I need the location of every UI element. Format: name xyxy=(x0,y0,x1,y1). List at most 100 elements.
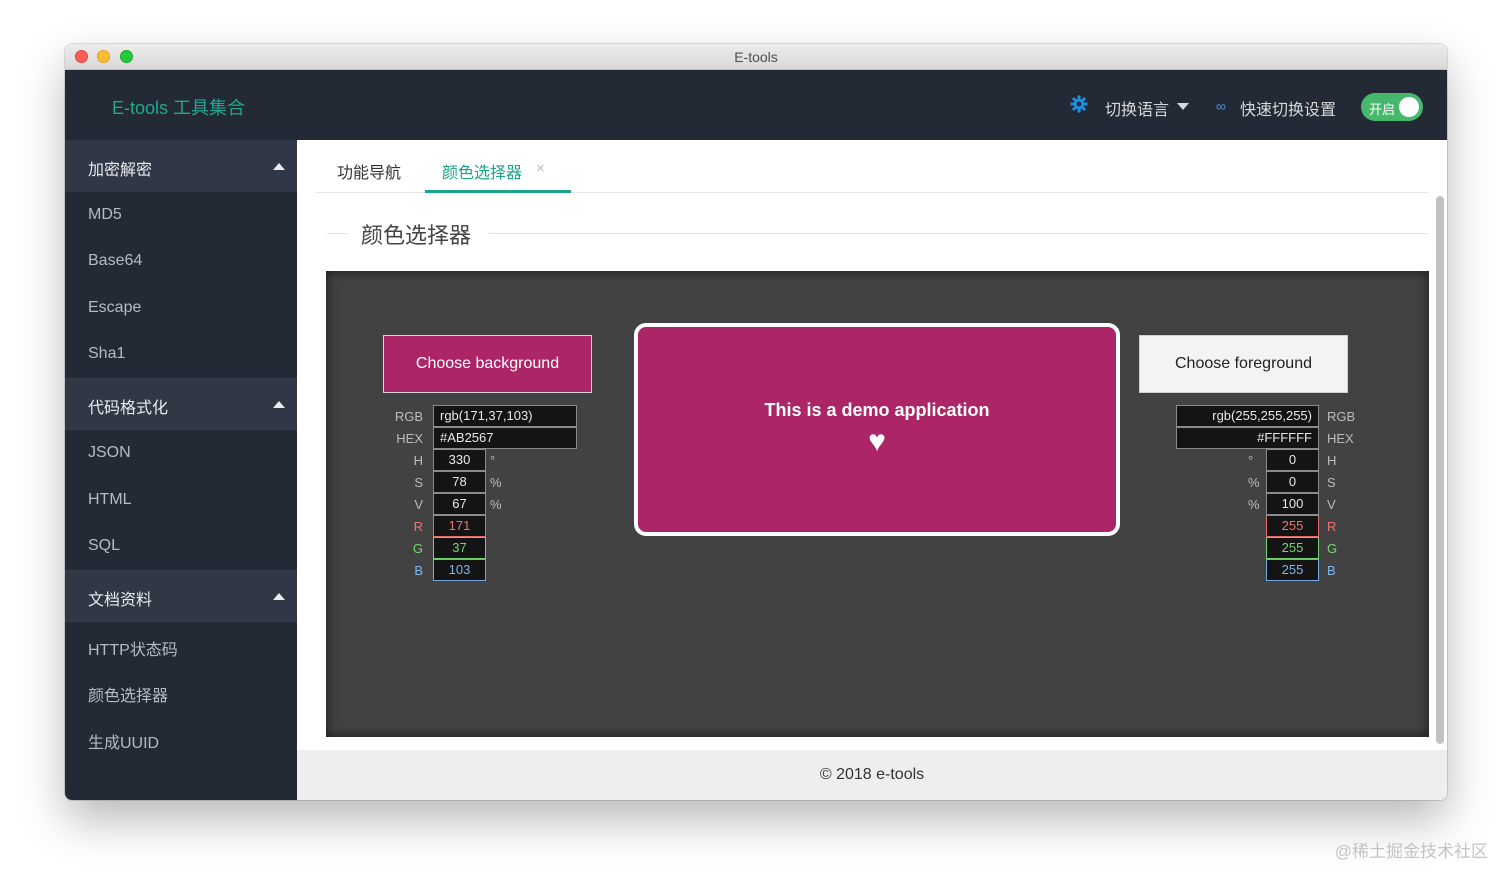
sidebar-item-label: MD5 xyxy=(88,206,122,223)
tab-color-picker[interactable]: 颜色选择器 xyxy=(442,159,522,183)
divider xyxy=(489,233,1427,234)
fg-r-field[interactable]: 255 xyxy=(1266,515,1319,537)
fg-r-row: 255 R xyxy=(1176,515,1366,537)
fg-h-field[interactable]: 0 xyxy=(1266,449,1319,471)
bg-g-row: G 37 xyxy=(383,537,583,559)
fg-b-row: 255 B xyxy=(1176,559,1366,581)
bg-rgb-field[interactable]: rgb(171,37,103) xyxy=(433,405,577,427)
active-tab-indicator xyxy=(425,190,571,193)
fg-g-row: 255 G xyxy=(1176,537,1366,559)
foreground-values: rgb(255,255,255) RGB #FFFFFF HEX ° 0 H %… xyxy=(1176,405,1366,585)
sidebar-item-http-status[interactable]: HTTP状态码 xyxy=(65,622,297,668)
color-picker-demo: Choose background This is a demo applica… xyxy=(326,271,1429,737)
heart-icon: ♥ xyxy=(868,425,886,458)
rgb-label: RGB xyxy=(1327,409,1356,424)
sidebar-group-title: 文档资料 xyxy=(88,592,153,609)
window-titlebar: E-tools xyxy=(65,44,1447,70)
bg-hex-row: HEX #AB2567 xyxy=(383,427,583,449)
sidebar-item-label: Base64 xyxy=(88,252,143,269)
gear-icon[interactable] xyxy=(1069,94,1089,114)
sidebar-item-sql[interactable]: SQL xyxy=(65,523,297,569)
sidebar-item-label: HTML xyxy=(88,491,132,508)
percent-unit: % xyxy=(1248,497,1260,512)
fg-hex-field[interactable]: #FFFFFF xyxy=(1176,427,1319,449)
close-icon[interactable]: × xyxy=(536,160,545,177)
chevron-up-icon xyxy=(273,401,285,408)
s-label: S xyxy=(1327,475,1336,490)
sidebar-item-uuid[interactable]: 生成UUID xyxy=(65,715,297,761)
sidebar-item-color-picker[interactable]: 颜色选择器 xyxy=(65,668,297,714)
r-label: R xyxy=(1327,519,1337,534)
sidebar-item-sha1[interactable]: Sha1 xyxy=(65,331,297,377)
sidebar-group-title: 加密解密 xyxy=(88,162,153,179)
g-label: G xyxy=(1327,541,1338,556)
percent-unit: % xyxy=(490,497,502,512)
degree-unit: ° xyxy=(490,453,496,468)
chevron-down-icon[interactable] xyxy=(1177,103,1189,110)
hex-label: HEX xyxy=(396,431,423,446)
app-header: E-tools 工具集合 切换语言 ∞ 快速切换设置 开启 xyxy=(65,70,1447,140)
sidebar-item-md5[interactable]: MD5 xyxy=(65,192,297,238)
demo-preview: This is a demo application ♥ xyxy=(634,323,1120,536)
sidebar-group-crypto[interactable]: 加密解密 xyxy=(65,140,297,192)
sidebar-group-docs[interactable]: 文档资料 xyxy=(65,570,297,622)
toggle-knob xyxy=(1399,97,1419,117)
g-label: G xyxy=(412,541,423,556)
tab-function-nav[interactable]: 功能导航 xyxy=(337,159,401,183)
fg-rgb-field[interactable]: rgb(255,255,255) xyxy=(1176,405,1319,427)
fg-b-field[interactable]: 255 xyxy=(1266,559,1319,581)
fg-v-row: % 100 V xyxy=(1176,493,1366,515)
sidebar-item-label: Sha1 xyxy=(88,345,126,362)
sidebar-item-json[interactable]: JSON xyxy=(65,430,297,476)
fg-g-field[interactable]: 255 xyxy=(1266,537,1319,559)
fg-s-row: % 0 S xyxy=(1176,471,1366,493)
app-window: E-tools E-tools 工具集合 切换语言 ∞ 快速切换设置 开启 加密… xyxy=(65,44,1447,800)
watermark: @稀土掘金技术社区 xyxy=(1334,842,1488,861)
fg-s-field[interactable]: 0 xyxy=(1266,471,1319,493)
b-label: B xyxy=(414,563,423,578)
hex-label: HEX xyxy=(1327,431,1354,446)
quick-switch-settings-link[interactable]: 快速切换设置 xyxy=(1240,96,1336,120)
sidebar-item-label: SQL xyxy=(88,537,121,554)
bg-hex-field[interactable]: #AB2567 xyxy=(433,427,577,449)
window-title: E-tools xyxy=(734,49,778,65)
sidebar-group-code-format[interactable]: 代码格式化 xyxy=(65,378,297,430)
v-label: V xyxy=(414,497,423,512)
bg-h-field[interactable]: 330 xyxy=(433,449,486,471)
page-title: 颜色选择器 xyxy=(361,223,472,248)
h-label: H xyxy=(1327,453,1337,468)
sidebar-item-escape[interactable]: Escape xyxy=(65,285,297,331)
h-label: H xyxy=(413,453,423,468)
fg-hex-row: #FFFFFF HEX xyxy=(1176,427,1366,449)
percent-unit: % xyxy=(1248,475,1260,490)
s-label: S xyxy=(414,475,423,490)
bg-b-field[interactable]: 103 xyxy=(433,559,486,581)
link-icon[interactable]: ∞ xyxy=(1216,98,1226,114)
sidebar-item-label: 颜色选择器 xyxy=(88,688,169,705)
choose-foreground-button[interactable]: Choose foreground xyxy=(1139,335,1348,393)
background-values: RGB rgb(171,37,103) HEX #AB2567 H 330 ° … xyxy=(383,405,583,585)
bg-s-field[interactable]: 78 xyxy=(433,471,486,493)
sidebar-item-label: HTTP状态码 xyxy=(88,642,178,659)
sidebar-item-label: JSON xyxy=(88,444,131,461)
bg-v-field[interactable]: 67 xyxy=(433,493,486,515)
bg-r-field[interactable]: 171 xyxy=(433,515,486,537)
footer: © 2018 e-tools xyxy=(297,750,1447,800)
enable-toggle[interactable]: 开启 xyxy=(1361,93,1423,121)
v-label: V xyxy=(1327,497,1336,512)
bg-v-row: V 67 % xyxy=(383,493,583,515)
scrollbar-thumb[interactable] xyxy=(1436,196,1444,744)
bg-r-row: R 171 xyxy=(383,515,583,537)
brand-title[interactable]: E-tools 工具集合 xyxy=(112,94,245,120)
bg-b-row: B 103 xyxy=(383,559,583,581)
bg-g-field[interactable]: 37 xyxy=(433,537,486,559)
b-label: B xyxy=(1327,563,1336,578)
language-switch-dropdown[interactable]: 切换语言 xyxy=(1105,96,1169,120)
tab-bar: 功能导航 颜色选择器 × xyxy=(315,140,1429,193)
choose-background-button[interactable]: Choose background xyxy=(383,335,592,393)
toggle-label: 开启 xyxy=(1369,102,1396,117)
sidebar-item-label: 生成UUID xyxy=(88,735,160,752)
sidebar-item-html[interactable]: HTML xyxy=(65,477,297,523)
sidebar-item-base64[interactable]: Base64 xyxy=(65,238,297,284)
fg-v-field[interactable]: 100 xyxy=(1266,493,1319,515)
